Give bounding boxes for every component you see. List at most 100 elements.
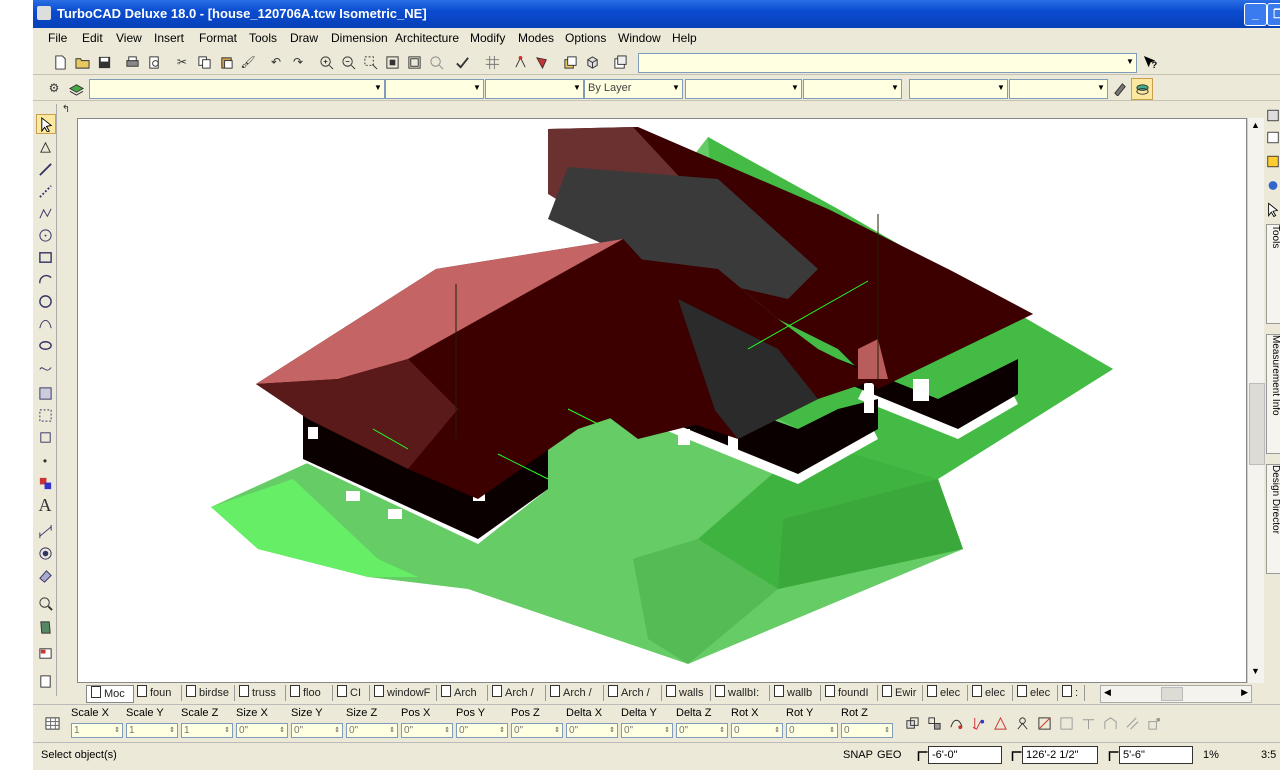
tool-icon-a[interactable] (903, 714, 921, 732)
tool-icon-g[interactable] (1035, 714, 1053, 732)
command-combo[interactable]: ▼ (638, 53, 1137, 73)
book-icon[interactable] (36, 618, 54, 636)
point-tool-icon[interactable]: • (36, 452, 54, 470)
y-coordinate-field[interactable]: 126'-2 1/2" (1022, 746, 1098, 764)
tool-icon-i[interactable] (1079, 714, 1097, 732)
zoom-all-icon[interactable] (405, 53, 423, 71)
pen-style-combo[interactable]: ▼ (485, 79, 584, 99)
inspector-field-input[interactable]: 0 ⇕ (841, 723, 893, 738)
sheet-tab[interactable]: foundI (821, 685, 878, 701)
scroll-up-icon[interactable]: ▲ (1251, 120, 1260, 130)
render-icon[interactable] (533, 53, 551, 71)
tool-icon-h[interactable] (1057, 714, 1075, 732)
x-coordinate-field[interactable]: -6'-0" (928, 746, 1002, 764)
restore-button[interactable]: ❐ (1267, 3, 1280, 26)
menu-format[interactable]: Format (199, 31, 237, 45)
layer-combo[interactable]: ▼ (89, 79, 385, 99)
edit-tool-icon[interactable] (36, 138, 54, 156)
sheet-tab[interactable]: truss (235, 685, 286, 701)
spinner-icon[interactable]: ⇕ (717, 724, 727, 737)
zoom-tool-icon[interactable] (36, 594, 54, 612)
inspector-field-input[interactable]: 0" ⇕ (621, 723, 673, 738)
inspector-field-input[interactable]: 0" ⇕ (566, 723, 618, 738)
spline-tool-icon[interactable] (36, 358, 54, 376)
color-combo[interactable]: ▼ (385, 79, 484, 99)
menu-view[interactable]: View (116, 31, 142, 45)
spell-check-icon[interactable] (453, 53, 471, 71)
scale-combo[interactable]: ▼ (909, 79, 1008, 99)
scroll-down-icon[interactable]: ▼ (1251, 666, 1260, 676)
measurement-info-tab[interactable]: Measurement Info (1266, 334, 1280, 454)
new-file-icon[interactable] (51, 53, 69, 71)
text-style-combo[interactable]: ▼ (1009, 79, 1108, 99)
panel-icon-4[interactable] (1266, 176, 1280, 194)
arc-tool-icon[interactable] (36, 270, 54, 288)
sheet-tab[interactable]: Arch (437, 685, 488, 701)
dimension-icon[interactable] (36, 522, 54, 540)
menu-dimension[interactable]: Dimension (331, 31, 388, 45)
spinner-icon[interactable]: ⇕ (332, 724, 342, 737)
tools-tab[interactable]: Tools (1266, 224, 1280, 324)
sheet-tab[interactable]: CI (333, 685, 370, 701)
menu-window[interactable]: Window (618, 31, 661, 45)
target-icon[interactable] (36, 544, 54, 562)
sheet-tab[interactable]: birdse (182, 685, 235, 701)
properties-icon[interactable] (611, 53, 629, 71)
inspector-field-input[interactable]: 0" ⇕ (456, 723, 508, 738)
dotted-line-icon[interactable] (36, 182, 54, 200)
save-icon[interactable] (95, 53, 113, 71)
menu-architecture[interactable]: Architecture (395, 31, 459, 45)
design-director-tab[interactable]: Design Director (1266, 464, 1280, 574)
snap-toggle[interactable]: SNAP (843, 749, 873, 761)
curve-tool-icon[interactable] (36, 314, 54, 332)
spinner-icon[interactable]: ⇕ (607, 724, 617, 737)
copy-icon[interactable] (195, 53, 213, 71)
print-preview-icon[interactable] (145, 53, 163, 71)
panel-icon-3[interactable] (1266, 152, 1280, 170)
panel-icon-2[interactable] (1266, 128, 1280, 146)
menu-insert[interactable]: Insert (154, 31, 184, 45)
select-arrow-icon[interactable] (36, 114, 56, 134)
spinner-icon[interactable]: ⇕ (662, 724, 672, 737)
tab-model[interactable]: Moc (86, 685, 134, 703)
cut-icon[interactable]: ✂ (173, 53, 191, 71)
spinner-icon[interactable]: ⇕ (167, 724, 177, 737)
fill-icon[interactable] (36, 474, 54, 492)
tool-icon-j[interactable] (1101, 714, 1119, 732)
open-folder-icon[interactable] (73, 53, 91, 71)
sheet-tab[interactable]: elec (923, 685, 968, 701)
spinner-icon[interactable]: ⇕ (112, 724, 122, 737)
line-tool-icon[interactable] (36, 160, 54, 178)
sheet-tab[interactable]: windowF (370, 685, 437, 701)
menu-draw[interactable]: Draw (290, 31, 318, 45)
region-icon[interactable] (36, 428, 54, 446)
sheet-tab[interactable]: elec (1013, 685, 1058, 701)
geo-toggle[interactable]: GEO (877, 749, 901, 761)
print-icon[interactable] (123, 53, 141, 71)
tool-icon-e[interactable] (991, 714, 1009, 732)
layers-icon[interactable] (561, 53, 579, 71)
spinner-icon[interactable]: ⇕ (387, 724, 397, 737)
sheet-tab[interactable]: Ewir (878, 685, 923, 701)
inspector-field-input[interactable]: 0" ⇕ (676, 723, 728, 738)
inspector-field-input[interactable]: 0" ⇕ (401, 723, 453, 738)
zoom-previous-icon[interactable] (427, 53, 445, 71)
ellipse-tool-icon[interactable] (36, 336, 54, 354)
panel-icon-1[interactable] (1266, 106, 1280, 124)
sheet-tab[interactable]: Arch / (604, 685, 662, 701)
circle-center-icon[interactable] (36, 292, 54, 310)
spinner-icon[interactable]: ⇕ (497, 724, 507, 737)
layer-manager-icon[interactable] (67, 79, 85, 97)
zoom-out-icon[interactable] (339, 53, 357, 71)
paste-icon[interactable] (217, 53, 235, 71)
tool-icon-l[interactable] (1145, 714, 1163, 732)
sheet-tab[interactable]: Arch / (488, 685, 546, 701)
menu-options[interactable]: Options (565, 31, 606, 45)
horizontal-scrollbar[interactable]: ◀ ▶ (1100, 685, 1252, 703)
brush-combo[interactable]: ▼ (803, 79, 902, 99)
tool-icon-b[interactable] (925, 714, 943, 732)
pen-width-combo[interactable]: ▼ (685, 79, 802, 99)
spinner-icon[interactable]: ⇕ (882, 724, 892, 737)
text-tool-icon[interactable]: A (36, 495, 54, 515)
snap-tool-icon[interactable] (511, 53, 529, 71)
